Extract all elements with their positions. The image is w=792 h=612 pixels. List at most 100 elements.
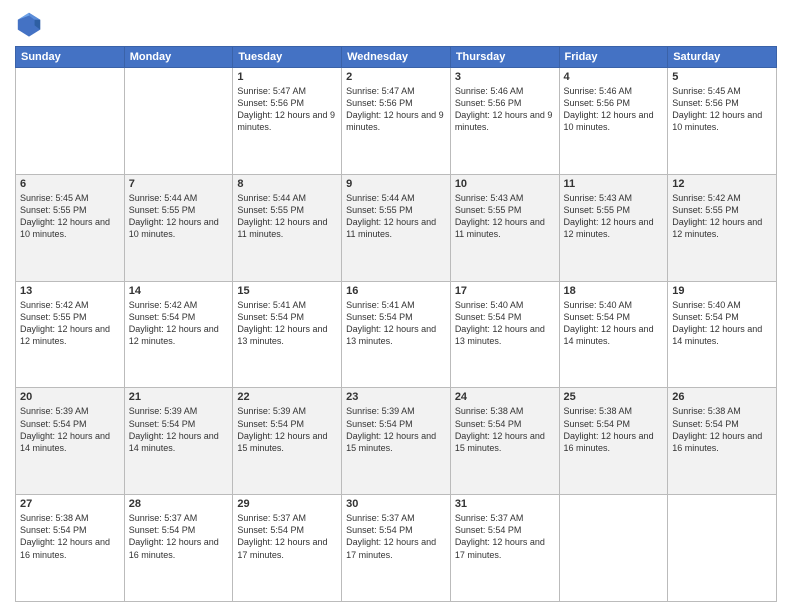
daylight-text: Daylight: 12 hours and 16 minutes. (129, 536, 229, 560)
sunrise-text: Sunrise: 5:40 AM (564, 299, 664, 311)
calendar-cell: 7 Sunrise: 5:44 AM Sunset: 5:55 PM Dayli… (124, 174, 233, 281)
logo (15, 10, 47, 38)
calendar-cell: 15 Sunrise: 5:41 AM Sunset: 5:54 PM Dayl… (233, 281, 342, 388)
sunrise-text: Sunrise: 5:47 AM (237, 85, 337, 97)
sunset-text: Sunset: 5:56 PM (346, 97, 446, 109)
daylight-text: Daylight: 12 hours and 12 minutes. (129, 323, 229, 347)
daylight-text: Daylight: 12 hours and 9 minutes. (346, 109, 446, 133)
sunrise-text: Sunrise: 5:38 AM (672, 405, 772, 417)
day-number: 19 (672, 285, 772, 297)
day-number: 12 (672, 178, 772, 190)
day-info: Sunrise: 5:44 AM Sunset: 5:55 PM Dayligh… (129, 192, 229, 241)
day-number: 24 (455, 391, 555, 403)
calendar-cell: 31 Sunrise: 5:37 AM Sunset: 5:54 PM Dayl… (450, 495, 559, 602)
sunset-text: Sunset: 5:54 PM (564, 311, 664, 323)
day-number: 17 (455, 285, 555, 297)
sunset-text: Sunset: 5:54 PM (346, 418, 446, 430)
sunrise-text: Sunrise: 5:44 AM (129, 192, 229, 204)
calendar-week-row: 1 Sunrise: 5:47 AM Sunset: 5:56 PM Dayli… (16, 68, 777, 175)
day-info: Sunrise: 5:40 AM Sunset: 5:54 PM Dayligh… (564, 299, 664, 348)
sunset-text: Sunset: 5:56 PM (672, 97, 772, 109)
sunrise-text: Sunrise: 5:39 AM (237, 405, 337, 417)
sunset-text: Sunset: 5:54 PM (20, 524, 120, 536)
day-number: 15 (237, 285, 337, 297)
calendar-cell: 12 Sunrise: 5:42 AM Sunset: 5:55 PM Dayl… (668, 174, 777, 281)
calendar-cell: 8 Sunrise: 5:44 AM Sunset: 5:55 PM Dayli… (233, 174, 342, 281)
calendar-cell (668, 495, 777, 602)
sunset-text: Sunset: 5:56 PM (237, 97, 337, 109)
daylight-text: Daylight: 12 hours and 16 minutes. (20, 536, 120, 560)
daylight-text: Daylight: 12 hours and 10 minutes. (129, 216, 229, 240)
day-info: Sunrise: 5:39 AM Sunset: 5:54 PM Dayligh… (129, 405, 229, 454)
col-thursday: Thursday (450, 47, 559, 68)
col-friday: Friday (559, 47, 668, 68)
sunset-text: Sunset: 5:55 PM (564, 204, 664, 216)
day-info: Sunrise: 5:46 AM Sunset: 5:56 PM Dayligh… (564, 85, 664, 134)
sunrise-text: Sunrise: 5:38 AM (564, 405, 664, 417)
calendar-cell: 1 Sunrise: 5:47 AM Sunset: 5:56 PM Dayli… (233, 68, 342, 175)
day-number: 14 (129, 285, 229, 297)
day-number: 26 (672, 391, 772, 403)
sunset-text: Sunset: 5:56 PM (455, 97, 555, 109)
day-number: 1 (237, 71, 337, 83)
day-info: Sunrise: 5:46 AM Sunset: 5:56 PM Dayligh… (455, 85, 555, 134)
day-number: 30 (346, 498, 446, 510)
day-info: Sunrise: 5:41 AM Sunset: 5:54 PM Dayligh… (237, 299, 337, 348)
day-number: 11 (564, 178, 664, 190)
sunset-text: Sunset: 5:56 PM (564, 97, 664, 109)
day-number: 13 (20, 285, 120, 297)
day-info: Sunrise: 5:40 AM Sunset: 5:54 PM Dayligh… (672, 299, 772, 348)
calendar-cell (124, 68, 233, 175)
page: Sunday Monday Tuesday Wednesday Thursday… (0, 0, 792, 612)
sunrise-text: Sunrise: 5:46 AM (564, 85, 664, 97)
day-info: Sunrise: 5:38 AM Sunset: 5:54 PM Dayligh… (672, 405, 772, 454)
col-tuesday: Tuesday (233, 47, 342, 68)
calendar-cell: 20 Sunrise: 5:39 AM Sunset: 5:54 PM Dayl… (16, 388, 125, 495)
sunrise-text: Sunrise: 5:42 AM (129, 299, 229, 311)
day-info: Sunrise: 5:42 AM Sunset: 5:54 PM Dayligh… (129, 299, 229, 348)
daylight-text: Daylight: 12 hours and 10 minutes. (20, 216, 120, 240)
daylight-text: Daylight: 12 hours and 14 minutes. (564, 323, 664, 347)
daylight-text: Daylight: 12 hours and 12 minutes. (20, 323, 120, 347)
sunset-text: Sunset: 5:54 PM (672, 311, 772, 323)
day-number: 27 (20, 498, 120, 510)
day-info: Sunrise: 5:37 AM Sunset: 5:54 PM Dayligh… (129, 512, 229, 561)
logo-icon (15, 10, 43, 38)
sunset-text: Sunset: 5:54 PM (129, 418, 229, 430)
sunrise-text: Sunrise: 5:38 AM (455, 405, 555, 417)
sunset-text: Sunset: 5:55 PM (455, 204, 555, 216)
daylight-text: Daylight: 12 hours and 11 minutes. (455, 216, 555, 240)
calendar-cell: 2 Sunrise: 5:47 AM Sunset: 5:56 PM Dayli… (342, 68, 451, 175)
calendar-cell: 25 Sunrise: 5:38 AM Sunset: 5:54 PM Dayl… (559, 388, 668, 495)
day-info: Sunrise: 5:38 AM Sunset: 5:54 PM Dayligh… (455, 405, 555, 454)
calendar-cell: 11 Sunrise: 5:43 AM Sunset: 5:55 PM Dayl… (559, 174, 668, 281)
day-info: Sunrise: 5:42 AM Sunset: 5:55 PM Dayligh… (20, 299, 120, 348)
daylight-text: Daylight: 12 hours and 17 minutes. (346, 536, 446, 560)
day-number: 8 (237, 178, 337, 190)
calendar-cell: 4 Sunrise: 5:46 AM Sunset: 5:56 PM Dayli… (559, 68, 668, 175)
sunrise-text: Sunrise: 5:42 AM (20, 299, 120, 311)
day-number: 9 (346, 178, 446, 190)
sunset-text: Sunset: 5:54 PM (455, 524, 555, 536)
sunrise-text: Sunrise: 5:39 AM (129, 405, 229, 417)
sunset-text: Sunset: 5:54 PM (346, 524, 446, 536)
calendar-cell: 14 Sunrise: 5:42 AM Sunset: 5:54 PM Dayl… (124, 281, 233, 388)
day-info: Sunrise: 5:45 AM Sunset: 5:55 PM Dayligh… (20, 192, 120, 241)
calendar-cell: 5 Sunrise: 5:45 AM Sunset: 5:56 PM Dayli… (668, 68, 777, 175)
sunset-text: Sunset: 5:54 PM (455, 418, 555, 430)
calendar-cell: 21 Sunrise: 5:39 AM Sunset: 5:54 PM Dayl… (124, 388, 233, 495)
calendar-header-row: Sunday Monday Tuesday Wednesday Thursday… (16, 47, 777, 68)
day-info: Sunrise: 5:44 AM Sunset: 5:55 PM Dayligh… (346, 192, 446, 241)
daylight-text: Daylight: 12 hours and 12 minutes. (672, 216, 772, 240)
calendar-cell: 6 Sunrise: 5:45 AM Sunset: 5:55 PM Dayli… (16, 174, 125, 281)
sunset-text: Sunset: 5:54 PM (564, 418, 664, 430)
sunset-text: Sunset: 5:55 PM (346, 204, 446, 216)
sunset-text: Sunset: 5:54 PM (455, 311, 555, 323)
daylight-text: Daylight: 12 hours and 14 minutes. (672, 323, 772, 347)
daylight-text: Daylight: 12 hours and 17 minutes. (455, 536, 555, 560)
daylight-text: Daylight: 12 hours and 14 minutes. (20, 430, 120, 454)
calendar-cell: 29 Sunrise: 5:37 AM Sunset: 5:54 PM Dayl… (233, 495, 342, 602)
day-info: Sunrise: 5:45 AM Sunset: 5:56 PM Dayligh… (672, 85, 772, 134)
day-info: Sunrise: 5:38 AM Sunset: 5:54 PM Dayligh… (20, 512, 120, 561)
daylight-text: Daylight: 12 hours and 13 minutes. (237, 323, 337, 347)
